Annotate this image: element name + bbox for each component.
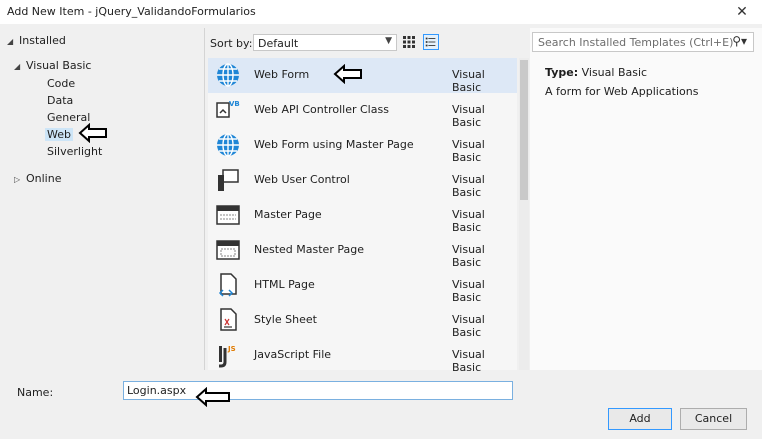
template-row-web-user-control[interactable]: Web User Control Visual Basic: [208, 163, 517, 199]
sort-toolbar: Sort by: Default ▼: [205, 28, 527, 56]
globe-icon: [217, 133, 239, 157]
tree-label: Silverlight: [47, 145, 103, 158]
template-name: Web User Control: [254, 173, 350, 186]
template-description: A form for Web Applications: [545, 85, 699, 98]
template-language: Visual Basic: [452, 138, 485, 164]
template-language: Visual Basic: [452, 243, 485, 269]
template-row-web-form-master[interactable]: Web Form using Master Page Visual Basic: [208, 128, 517, 164]
tree-label: Web: [45, 128, 73, 141]
sort-label: Sort by:: [210, 37, 253, 50]
tree-item-installed[interactable]: ◢ Installed: [7, 32, 66, 49]
template-row-master-page[interactable]: Master Page Visual Basic: [208, 198, 517, 234]
template-row-javascript-file[interactable]: JS JavaScript File Visual Basic: [208, 338, 517, 374]
type-line: Type: Visual Basic: [545, 66, 647, 79]
template-name: Style Sheet: [254, 313, 317, 326]
type-value: Visual Basic: [581, 66, 648, 79]
template-name: JavaScript File: [254, 348, 332, 361]
details-panel: Search Installed Templates (Ctrl+E) ⚲▾ T…: [530, 28, 762, 370]
master-page-icon: [216, 240, 240, 260]
stylesheet-icon: [220, 308, 237, 331]
globe-icon: [217, 63, 239, 87]
tree-label: Data: [47, 94, 74, 107]
tree-label: Code: [47, 77, 76, 90]
tree-label: Installed: [19, 34, 66, 47]
vb-class-icon: VB: [216, 100, 240, 118]
user-control-icon: [218, 169, 239, 191]
expanded-triangle-icon: ◢: [7, 37, 14, 46]
template-language: Visual Basic: [452, 278, 485, 304]
annotation-arrow-icon: [333, 64, 362, 84]
grid-view-icon[interactable]: [401, 34, 417, 50]
svg-text:JS: JS: [227, 345, 236, 353]
sort-dropdown[interactable]: Default ▼: [253, 34, 397, 51]
cancel-button[interactable]: Cancel: [680, 408, 747, 430]
collapsed-triangle-icon: ▷: [14, 175, 21, 184]
template-name: Web Form using Master Page: [254, 138, 414, 151]
template-name: Web API Controller Class: [254, 103, 389, 116]
template-name: HTML Page: [254, 278, 315, 291]
tree-item-code[interactable]: Code: [47, 75, 75, 92]
search-input[interactable]: Search Installed Templates (Ctrl+E) ⚲▾: [532, 32, 754, 52]
template-row-html-page[interactable]: HTML Page Visual Basic: [208, 268, 517, 304]
html-page-icon: [218, 273, 237, 297]
category-tree: ◢ Installed ◢ Visual Basic Code Data Gener…: [0, 28, 205, 370]
template-language: Visual Basic: [452, 103, 485, 129]
annotation-arrow-icon: [78, 123, 107, 143]
search-icon[interactable]: ⚲▾: [732, 34, 747, 48]
chevron-down-icon: ▼: [385, 36, 392, 46]
scrollbar-thumb[interactable]: [520, 60, 528, 200]
tree-item-online[interactable]: ▷ Online: [14, 170, 61, 187]
master-page-icon: [216, 205, 240, 225]
template-language: Visual Basic: [452, 68, 485, 94]
name-label: Name:: [17, 386, 54, 399]
tree-item-data[interactable]: Data: [47, 92, 73, 109]
tree-label: Visual Basic: [26, 59, 92, 72]
add-button[interactable]: Add: [608, 408, 672, 430]
template-language: Visual Basic: [452, 173, 485, 199]
js-file-icon: JS: [219, 345, 236, 368]
template-list-scrollbar[interactable]: [519, 58, 529, 370]
expanded-triangle-icon: ◢: [14, 62, 21, 71]
title-bar: Add New Item - jQuery_ValidandoFormulari…: [0, 0, 762, 24]
template-row-style-sheet[interactable]: Style Sheet Visual Basic: [208, 303, 517, 339]
template-language: Visual Basic: [452, 313, 485, 339]
list-view-icon[interactable]: [423, 34, 439, 50]
close-icon[interactable]: ✕: [734, 4, 750, 20]
name-input[interactable]: Login.aspx: [123, 381, 513, 400]
tree-item-web[interactable]: Web: [45, 126, 73, 143]
name-value: Login.aspx: [127, 384, 187, 397]
template-row-web-api-controller[interactable]: VB Web API Controller Class Visual Basic: [208, 93, 517, 129]
svg-text:VB: VB: [229, 100, 240, 108]
window-title: Add New Item - jQuery_ValidandoFormulari…: [7, 5, 256, 18]
template-language: Visual Basic: [452, 208, 485, 234]
template-name: Nested Master Page: [254, 243, 364, 256]
template-name: Web Form: [254, 68, 310, 81]
tree-label: Online: [26, 172, 62, 185]
template-name: Master Page: [254, 208, 322, 221]
annotation-arrow-icon: [195, 387, 230, 407]
template-list: Web Form Visual Basic VB Web API Control…: [208, 58, 517, 374]
search-placeholder: Search Installed Templates (Ctrl+E): [538, 36, 734, 49]
tree-item-visual-basic[interactable]: ◢ Visual Basic: [14, 57, 91, 74]
tree-item-silverlight[interactable]: Silverlight: [47, 143, 102, 160]
footer: Name: Login.aspx Add Cancel: [0, 371, 762, 439]
template-row-nested-master-page[interactable]: Nested Master Page Visual Basic: [208, 233, 517, 269]
type-label: Type:: [545, 66, 579, 79]
sort-value: Default: [258, 37, 299, 50]
